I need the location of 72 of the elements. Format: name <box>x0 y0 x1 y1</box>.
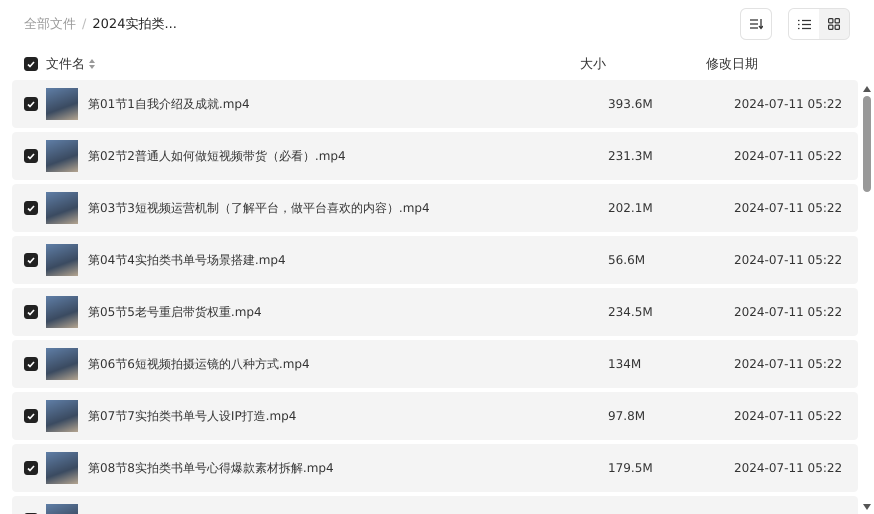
file-row[interactable]: 第08节8实拍类书单号心得爆款素材拆解.mp4 179.5M 2024-07-11 05:22 <box>12 444 858 492</box>
file-row[interactable]: 第01节1自我介绍及成就.mp4 393.6M 2024-07-11 05:22 <box>12 80 858 128</box>
scroll-down-icon <box>863 504 871 510</box>
video-thumbnail <box>46 296 78 328</box>
column-header[interactable]: 大小 <box>580 55 706 73</box>
modified-date: 2024-07-11 05:22 <box>734 97 842 111</box>
file-row[interactable]: 第05节5老号重启带货权重.mp4 234.5M 2024-07-11 05:22 <box>12 288 858 336</box>
file-size: 231.3M <box>608 149 653 163</box>
file-size: 134M <box>608 357 642 371</box>
row-checkbox[interactable] <box>24 357 38 371</box>
breadcrumb-separator: / <box>82 16 86 32</box>
file-name: 第02节2普通人如何做短视频带货（必看）.mp4 <box>88 148 346 162</box>
video-thumbnail <box>46 88 78 120</box>
file-size: 234.5M <box>608 305 653 319</box>
checkmark-icon <box>27 100 35 108</box>
modified-date: 2024-07-11 05:22 <box>734 461 842 475</box>
column-header[interactable]: 文件名 <box>46 55 85 73</box>
checkmark-icon <box>27 256 35 264</box>
modified-date: 2024-07-11 05:22 <box>734 149 842 163</box>
file-row[interactable]: 第04节4实拍类书单号场景搭建.mp4 56.6M 2024-07-11 05:22 <box>12 236 858 284</box>
row-checkbox[interactable] <box>24 97 38 111</box>
list-view-button[interactable] <box>789 9 819 39</box>
file-row[interactable]: 第06节6短视频拍摄运镜的八种方式.mp4 134M 2024-07-11 05:22 <box>12 340 858 388</box>
video-thumbnail <box>46 244 78 276</box>
checkmark-icon <box>27 360 35 368</box>
row-checkbox[interactable] <box>24 149 38 163</box>
checkmark-icon <box>27 412 35 420</box>
sort-icon <box>749 18 763 30</box>
scrollbar-thumb[interactable] <box>863 96 871 192</box>
column-header[interactable]: 修改日期 <box>706 55 758 73</box>
video-thumbnail <box>46 452 78 484</box>
row-checkbox[interactable] <box>24 201 38 215</box>
file-name: 第05节5老号重启带货权重.mp4 <box>88 304 262 318</box>
file-size: 202.1M <box>608 201 653 215</box>
file-size: 97.8M <box>608 409 646 423</box>
file-name: 第06节6短视频拍摄运镜的八种方式.mp4 <box>88 356 310 370</box>
file-row[interactable]: 第03节3短视频运营机制（了解平台，做平台喜欢的内容）.mp4 202.1M 2024-07-11 05:22 <box>12 184 858 232</box>
row-checkbox[interactable] <box>24 253 38 267</box>
video-thumbnail <box>46 400 78 432</box>
list-icon <box>798 18 810 30</box>
file-name: 第08节8实拍类书单号心得爆款素材拆解.mp4 <box>88 460 334 474</box>
scroll-up-icon <box>863 86 871 92</box>
sort-button[interactable] <box>740 8 772 40</box>
file-size: 56.6M <box>608 253 646 267</box>
checkmark-icon <box>27 152 35 160</box>
modified-date: 2024-07-11 05:22 <box>734 305 842 319</box>
video-thumbnail <box>46 348 78 380</box>
file-row[interactable]: 第07节7实拍类书单号人设IP打造.mp4 97.8M 2024-07-11 05:22 <box>12 392 858 440</box>
file-size: 393.6M <box>608 97 653 111</box>
modified-date: 2024-07-11 05:22 <box>734 357 842 371</box>
select-all-checkbox[interactable] <box>24 57 38 71</box>
checkmark-icon <box>27 204 35 212</box>
checkmark-icon <box>27 464 35 472</box>
grid-icon <box>828 18 840 30</box>
checkmark-icon <box>27 308 35 316</box>
file-row[interactable]: 第02节2普通人如何做短视频带货（必看）.mp4 231.3M 2024-07-11 05:22 <box>12 132 858 180</box>
breadcrumb-link[interactable]: 2024实拍类... <box>92 15 177 33</box>
checkmark-icon <box>27 60 35 68</box>
file-size: 179.5M <box>608 461 653 475</box>
row-checkbox[interactable] <box>24 461 38 475</box>
video-thumbnail <box>46 192 78 224</box>
file-name: 第07节7实拍类书单号人设IP打造.mp4 <box>88 408 296 422</box>
sort-arrows-icon <box>89 59 95 69</box>
file-name: 第03节3短视频运营机制（了解平台，做平台喜欢的内容）.mp4 <box>88 200 430 214</box>
video-thumbnail <box>46 140 78 172</box>
row-checkbox[interactable] <box>24 305 38 319</box>
file-name: 第01节1自我介绍及成就.mp4 <box>88 96 250 110</box>
modified-date: 2024-07-11 05:22 <box>734 201 842 215</box>
file-name: 第04节4实拍类书单号场景搭建.mp4 <box>88 252 286 266</box>
modified-date: 2024-07-11 05:22 <box>734 253 842 267</box>
modified-date: 2024-07-11 05:22 <box>734 409 842 423</box>
row-checkbox[interactable] <box>24 409 38 423</box>
